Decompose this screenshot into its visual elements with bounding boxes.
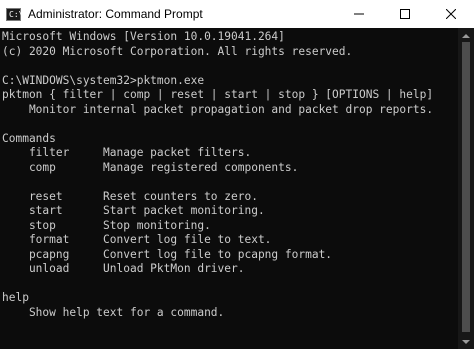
console-line: filter Manage packet filters. [2,146,252,159]
console-line: stop Stop monitoring. [2,218,211,232]
scroll-down-button[interactable] [458,335,474,349]
console-line: comp Manage registered components. [2,160,299,174]
console-line: C:\WINDOWS\system32>pktmon.exe [2,73,205,87]
scroll-up-arrow-icon [462,33,470,38]
vertical-scrollbar[interactable] [458,28,474,349]
console-line: Commands [2,131,56,145]
console-line: Monitor internal packet propagation and … [2,102,434,116]
console-line: (c) 2020 Microsoft Corporation. All righ… [2,44,353,58]
command-prompt-icon-glyph: C:\ [9,9,24,19]
maximize-button[interactable] [382,0,428,28]
close-icon [446,9,456,19]
command-prompt-window: C:\ Administrator: Command Prompt Micros… [0,0,474,349]
console-line: Microsoft Windows [Version 10.0.19041.26… [2,30,285,43]
window-title: Administrator: Command Prompt [28,7,203,21]
minimize-button[interactable] [336,0,382,28]
scroll-up-button[interactable] [458,28,474,42]
console-line: help [2,291,29,304]
scroll-down-arrow-icon [462,339,470,344]
console-line: format Convert log file to text. [2,233,272,246]
title-bar[interactable]: C:\ Administrator: Command Prompt [0,0,474,28]
console-line: unload Unload PktMon driver. [2,262,245,275]
scroll-thumb[interactable] [462,42,470,332]
command-prompt-icon[interactable]: C:\ [6,7,24,21]
console-output[interactable]: Microsoft Windows [Version 10.0.19041.26… [0,28,458,349]
console-line: pktmon { filter | comp | reset | start |… [2,88,434,101]
console-line: pcapng Convert log file to pcapng format… [2,247,333,261]
window-controls [336,0,474,28]
maximize-icon [400,9,410,19]
minimize-icon [354,13,364,15]
console-line: reset Reset counters to zero. [2,189,258,203]
console-line: start Start packet monitoring. [2,204,265,217]
console-line: Show help text for a command. [2,305,225,319]
close-button[interactable] [428,0,474,28]
